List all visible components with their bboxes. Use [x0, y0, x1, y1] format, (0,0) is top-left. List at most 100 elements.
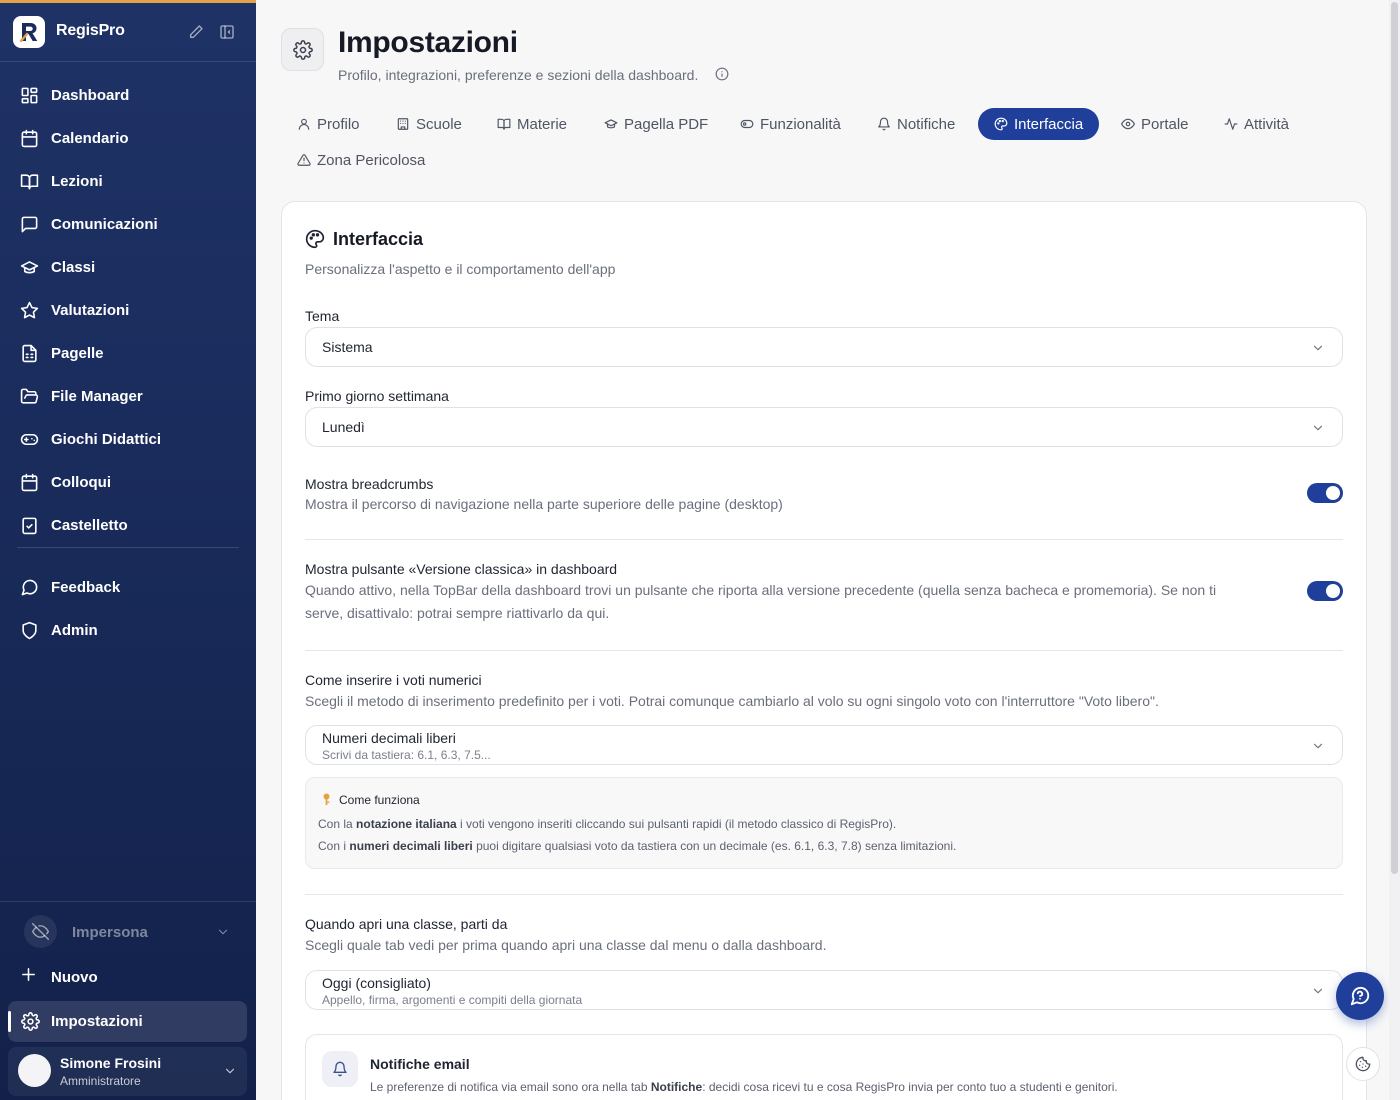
sidebar-item-giochi-didattici[interactable]: Giochi Didattici	[0, 418, 256, 461]
dashboard-grid-icon	[20, 86, 39, 105]
pencil-icon[interactable]	[188, 24, 204, 40]
active-indicator	[8, 1011, 11, 1032]
clipboard-check-icon	[20, 516, 39, 535]
tab-scuole[interactable]: Scuole	[380, 108, 478, 140]
sidebar-item-label: Impostazioni	[51, 1013, 143, 1030]
tema-value: Sistema	[322, 339, 373, 355]
chevron-down-icon	[1311, 421, 1325, 440]
tab-materie[interactable]: Materie	[481, 108, 583, 140]
section-title: Interfaccia	[333, 229, 424, 249]
chevron-down-icon	[223, 1064, 237, 1083]
primo-giorno-value: Lunedì	[322, 419, 365, 435]
tab-notifiche[interactable]: Notifiche	[861, 108, 971, 140]
sidebar-item-file-manager[interactable]: File Manager	[0, 375, 256, 418]
divider	[305, 650, 1343, 651]
tab-label: Notifiche	[897, 115, 956, 133]
chevron-down-icon	[1311, 341, 1325, 360]
impersona-select[interactable]: Impersona	[13, 911, 243, 953]
page-subtitle: Profilo, integrazioni, preferenze e sezi…	[338, 67, 699, 83]
palette-icon	[994, 117, 1008, 131]
tab-pagella-pdf[interactable]: Pagella PDF	[588, 108, 724, 140]
eye-icon	[1121, 118, 1135, 130]
user-name: Simone Frosini	[60, 1055, 162, 1071]
scrollbar-thumb[interactable]	[1391, 2, 1398, 874]
tab-portale[interactable]: Portale	[1105, 108, 1205, 140]
tab-label: Portale	[1141, 115, 1189, 133]
tab-funzionalita[interactable]: Funzionalità	[724, 108, 857, 140]
notifiche-email-box: Notifiche email Le preferenze di notific…	[305, 1034, 1343, 1100]
brand-logo[interactable]	[13, 16, 45, 48]
tab-label: Materie	[517, 115, 568, 133]
voti-select[interactable]: Numeri decimali liberi Scrivi da tastier…	[305, 725, 1343, 765]
sidebar-item-classi[interactable]: Classi	[0, 246, 256, 289]
sidebar-item-castelletto[interactable]: Castelletto	[0, 504, 256, 547]
sidebar-divider	[17, 547, 239, 548]
bell-icon	[322, 1051, 358, 1087]
help-button[interactable]	[1336, 972, 1384, 1020]
sidebar-item-impostazioni[interactable]: Impostazioni	[8, 1001, 247, 1042]
report-card-icon	[20, 344, 39, 363]
sidebar-item-comunicazioni[interactable]: Comunicazioni	[0, 203, 256, 246]
impersona-label: Impersona	[72, 924, 148, 941]
sidebar-item-label: Castelletto	[51, 517, 128, 534]
sidebar-item-valutazioni[interactable]: Valutazioni	[0, 289, 256, 332]
warning-triangle-icon	[297, 154, 311, 166]
sidebar-item-admin[interactable]: Admin	[0, 609, 256, 652]
avatar	[18, 1054, 51, 1087]
toggle-knob	[1326, 486, 1340, 500]
tab-profilo[interactable]: Profilo	[281, 108, 376, 140]
chevron-down-icon	[216, 925, 230, 944]
tema-label: Tema	[305, 308, 340, 324]
cookie-settings-button[interactable]	[1346, 1047, 1380, 1081]
chevron-down-icon	[1311, 984, 1325, 1003]
breadcrumbs-toggle[interactable]	[1307, 483, 1343, 503]
brand-name: RegisPro	[56, 22, 125, 39]
versione-classica-title: Mostra pulsante «Versione classica» in d…	[305, 561, 618, 577]
apertura-classe-select[interactable]: Oggi (consigliato) Appello, firma, argom…	[305, 970, 1343, 1010]
sidebar: RegisPro Dashboard Calendario Lezioni Co…	[0, 0, 256, 1100]
tab-zona-pericolosa[interactable]: Zona Pericolosa	[281, 144, 441, 176]
shield-icon	[20, 621, 39, 640]
notifiche-email-title: Notifiche email	[370, 1056, 470, 1072]
chevron-down-icon	[1311, 739, 1325, 758]
tab-attivita[interactable]: Attività	[1208, 108, 1305, 140]
sidebar-item-feedback[interactable]: Feedback	[0, 566, 256, 609]
sidebar-item-label: Giochi Didattici	[51, 431, 162, 448]
tab-label: Pagella PDF	[624, 115, 709, 133]
sidebar-item-pagelle[interactable]: Pagelle	[0, 332, 256, 375]
gamepad-icon	[20, 430, 39, 449]
calendar-icon	[20, 129, 39, 148]
divider	[305, 539, 1343, 540]
sidebar-item-label: Admin	[51, 622, 98, 639]
sidebar-collapse-icon[interactable]	[219, 24, 235, 40]
book-open-icon	[20, 172, 39, 191]
primo-giorno-select[interactable]: Lunedì	[305, 407, 1343, 447]
section-subtitle: Personalizza l'aspetto e il comportament…	[305, 261, 616, 277]
info-icon[interactable]	[715, 67, 729, 86]
page-scrollbar[interactable]	[1389, 0, 1400, 1100]
user-menu[interactable]: Simone Frosini Amministratore	[8, 1047, 247, 1096]
sidebar-item-colloqui[interactable]: Colloqui	[0, 461, 256, 504]
gear-icon	[21, 1012, 40, 1031]
sidebar-item-label: File Manager	[51, 388, 143, 405]
tema-select[interactable]: Sistema	[305, 327, 1343, 367]
come-funziona-line2: Con i numeri decimali liberi puoi digita…	[318, 839, 957, 853]
folder-icon	[20, 387, 39, 406]
brand-header: RegisPro	[0, 3, 256, 62]
apertura-classe-title: Quando apri una classe, parti da	[305, 916, 508, 932]
notifiche-email-desc: Le preferenze di notifica via email sono…	[370, 1080, 1118, 1094]
versione-classica-desc-line2: serve, disattivalo: potrai sempre riatti…	[305, 605, 610, 621]
come-funziona-box: Come funziona Con la notazione italiana …	[305, 777, 1343, 869]
toggle-knob	[1326, 584, 1340, 598]
sidebar-item-lezioni[interactable]: Lezioni	[0, 160, 256, 203]
versione-classica-toggle[interactable]	[1307, 581, 1343, 601]
sidebar-item-dashboard[interactable]: Dashboard	[0, 74, 256, 117]
breadcrumbs-desc: Mostra il percorso di navigazione nella …	[305, 496, 783, 512]
tab-label: Funzionalità	[760, 115, 841, 133]
page-title: Impostazioni	[338, 26, 518, 59]
sidebar-item-label: Classi	[51, 259, 96, 276]
new-button[interactable]: Nuovo	[20, 964, 98, 990]
sidebar-item-calendario[interactable]: Calendario	[0, 117, 256, 160]
voti-hint: Scrivi da tastiera: 6.1, 6.3, 7.5...	[322, 748, 491, 762]
tab-interfaccia[interactable]: Interfaccia	[978, 108, 1100, 140]
